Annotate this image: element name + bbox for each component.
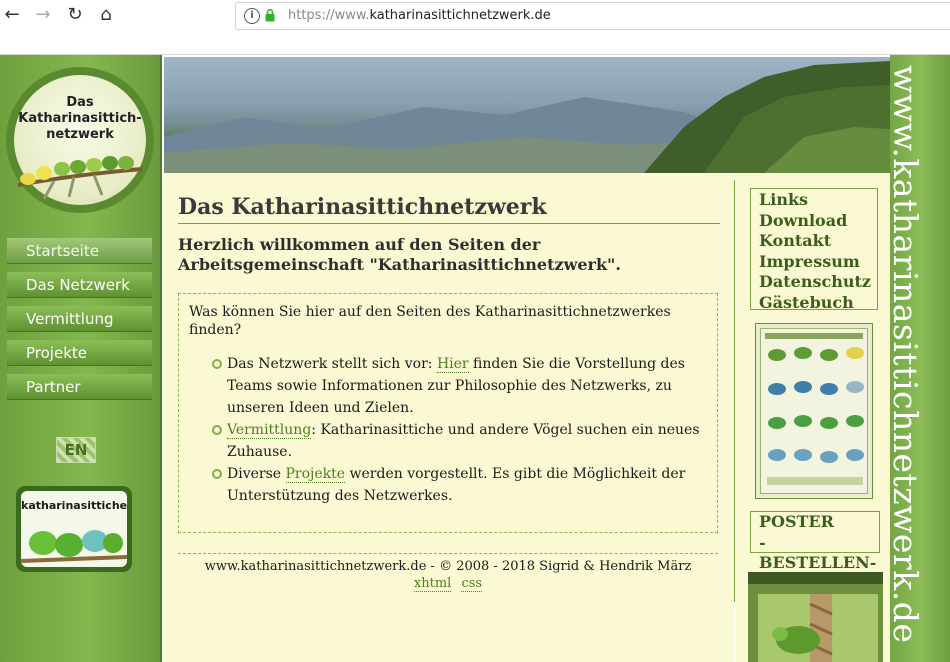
- nav-item-projekte[interactable]: Projekte: [7, 340, 152, 366]
- poster-order-box[interactable]: POSTER -BESTELLEN-: [750, 511, 880, 572]
- home-button[interactable]: ⌂: [94, 3, 118, 27]
- right-sidebar: Links Download Kontakt Impressum Datensc…: [735, 173, 890, 662]
- logo-text-line1: Das: [66, 95, 94, 110]
- footer-divider: [178, 553, 718, 554]
- list-item: Vermittlung: Katharinasittiche und ander…: [189, 419, 707, 463]
- address-bar[interactable]: i https://www.katharinasittichnetzwerk.d…: [235, 2, 950, 30]
- english-flag-icon[interactable]: EN: [56, 437, 96, 463]
- url-text[interactable]: https://www.katharinasittichnetzwerk.de: [288, 7, 551, 25]
- arrow-left-icon: ←: [4, 4, 20, 25]
- vertical-domain-banner: www.katharinasittichnetzwerk.de: [886, 55, 950, 662]
- landscape-banner: [164, 57, 890, 173]
- link-download[interactable]: Download: [759, 211, 877, 232]
- link-datenschutz[interactable]: Datenschutz: [759, 272, 877, 293]
- xhtml-link[interactable]: xhtml: [413, 576, 452, 592]
- poster-header-bar: [765, 333, 863, 339]
- circle-bullet-icon: [212, 425, 222, 435]
- badge-text: katharinasittiche.de: [21, 499, 127, 512]
- mountain-landscape-image: [164, 61, 890, 173]
- poster-label-line2: -BESTELLEN-: [759, 532, 877, 573]
- list-item: Das Netzwerk stellt sich vor: Hier finde…: [189, 353, 707, 419]
- info-box: Was können Sie hier auf den Seiten des K…: [178, 293, 718, 533]
- welcome-heading: Herzlich willkommen auf den Seiten der A…: [178, 235, 621, 274]
- list-item: Diverse Projekte werden vorgestellt. Es …: [189, 463, 707, 507]
- css-link[interactable]: css: [461, 576, 483, 592]
- parakeets-illustration: [17, 156, 143, 200]
- book-title-bar: [748, 572, 883, 584]
- link-links[interactable]: Links: [759, 190, 877, 211]
- list-text: Das Netzwerk stellt sich vor:: [227, 356, 437, 372]
- nav-label: Startseite: [26, 242, 99, 260]
- link-kontakt[interactable]: Kontakt: [759, 231, 877, 252]
- left-sidebar: Das Katharinasittich- netzwerk Startseit…: [0, 55, 162, 662]
- poster-label-line1: POSTER: [759, 512, 834, 531]
- nav-label: Das Netzwerk: [26, 276, 130, 294]
- poster-image: [760, 328, 868, 494]
- reload-button[interactable]: ↻: [63, 3, 87, 27]
- partner-badge[interactable]: katharinasittiche.de: [16, 486, 132, 572]
- nav-item-das-netzwerk[interactable]: Das Netzwerk: [7, 272, 152, 298]
- badge-panel: katharinasittiche.de: [21, 491, 127, 567]
- book-cover-image: [758, 594, 878, 662]
- back-button[interactable]: ←: [0, 3, 24, 27]
- info-question: Was können Sie hier auf den Seiten des K…: [189, 304, 671, 338]
- nav-label: Vermittlung: [26, 310, 114, 328]
- parakeet-on-rope-illustration: [772, 594, 833, 662]
- link-vermittlung[interactable]: Vermittlung: [227, 422, 312, 439]
- main-content: Das Katharinasittichnetzwerk Herzlich wi…: [164, 173, 734, 662]
- book-thumbnail[interactable]: [748, 572, 883, 662]
- info-list: Das Netzwerk stellt sich vor: Hier finde…: [189, 353, 707, 507]
- parakeets-badge-illustration: [21, 530, 127, 563]
- nav-item-partner[interactable]: Partner: [7, 374, 152, 400]
- language-label: EN: [64, 441, 88, 459]
- nav-item-startseite[interactable]: Startseite: [7, 238, 152, 264]
- lock-icon: [265, 9, 275, 22]
- footer-links: xhtml css: [178, 575, 718, 592]
- list-text: Diverse: [227, 466, 286, 482]
- poster-thumbnail[interactable]: [755, 323, 873, 499]
- footer-copyright: www.katharinasittichnetzwerk.de - © 2008…: [204, 559, 692, 574]
- nav-label: Partner: [26, 378, 81, 396]
- reload-icon: ↻: [67, 4, 83, 25]
- logo-circle: Das Katharinasittich- netzwerk: [14, 75, 146, 205]
- link-gaestebuch[interactable]: Gästebuch: [759, 293, 877, 314]
- link-projekte[interactable]: Projekte: [285, 466, 346, 483]
- link-impressum[interactable]: Impressum: [759, 252, 877, 273]
- forward-button[interactable]: →: [31, 3, 55, 27]
- nav-label: Projekte: [26, 344, 87, 362]
- nav-item-vermittlung[interactable]: Vermittlung: [7, 306, 152, 332]
- browser-toolbar: ← → ↻ ⌂ i https://www.katharinasittichne…: [0, 0, 950, 55]
- circle-bullet-icon: [212, 469, 222, 479]
- circle-bullet-icon: [212, 359, 222, 369]
- logo-text-line2: Katharinasittich-: [18, 111, 142, 126]
- logo-text-line3: netzwerk: [46, 127, 114, 142]
- vertical-domain-text: www.katharinasittichnetzwerk.de: [886, 65, 925, 644]
- arrow-right-icon: →: [35, 4, 51, 25]
- quick-links-box: Links Download Kontakt Impressum Datensc…: [750, 188, 878, 312]
- page-title: Das Katharinasittichnetzwerk: [178, 193, 720, 224]
- site-logo[interactable]: Das Katharinasittich- netzwerk: [6, 67, 154, 213]
- info-icon[interactable]: i: [244, 8, 260, 24]
- parrot-species-illustration: [767, 347, 864, 485]
- home-icon: ⌂: [100, 4, 112, 25]
- link-hier[interactable]: Hier: [436, 356, 469, 373]
